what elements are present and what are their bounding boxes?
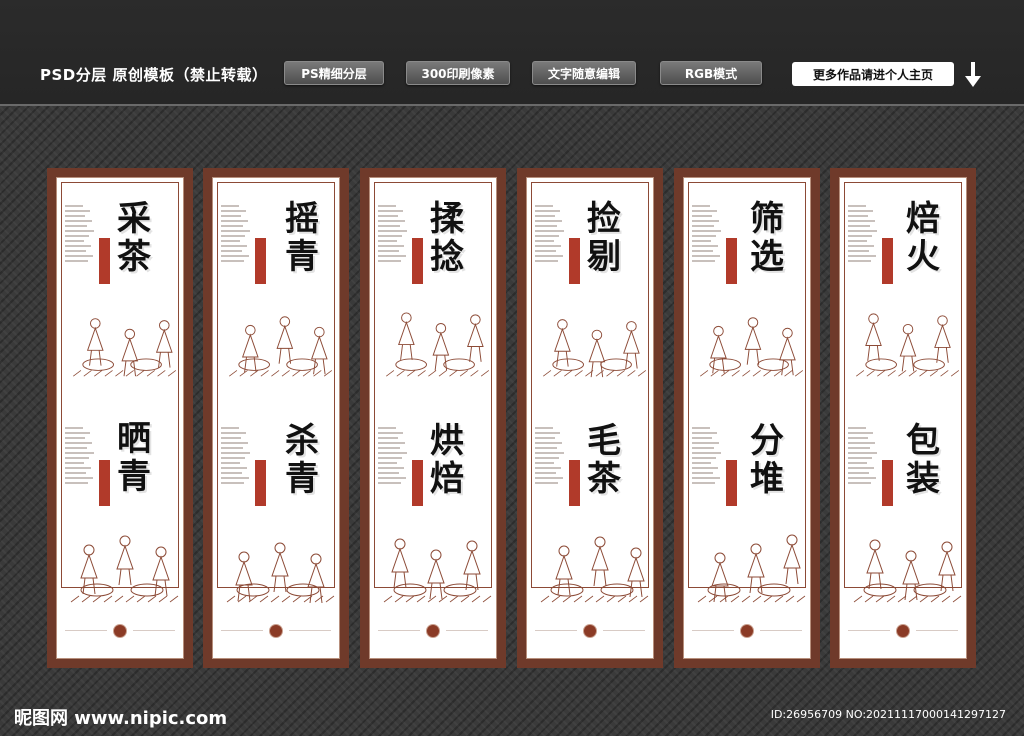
panel-1-seal-1 xyxy=(99,238,110,284)
panel-5-text-lines-1 xyxy=(692,202,722,265)
panel-1-illustration-1 xyxy=(73,318,177,377)
panel-2-seal-1 xyxy=(255,238,266,284)
panel-6-illustration-1 xyxy=(856,313,960,377)
panel-3-text-lines-2 xyxy=(378,424,408,487)
panel-1-text-lines-1 xyxy=(65,202,95,265)
panel-2-illustration-2 xyxy=(226,542,335,604)
panel-3-seal-2 xyxy=(412,460,423,506)
panel-1-footer-rule-2 xyxy=(133,630,175,631)
panel-3-footer-rule-2 xyxy=(446,630,488,631)
panel-1-footer-rule-1 xyxy=(65,630,107,631)
panel-4-top-title: 捡剔 xyxy=(587,199,621,277)
poster-panel-1: 采茶 晒青 xyxy=(47,168,193,668)
panel-4-footer-emblem xyxy=(583,624,597,638)
panel-4-illustration-1 xyxy=(543,319,647,378)
panel-4-seal-1 xyxy=(569,238,580,284)
panel-6-top-title: 焙火 xyxy=(906,199,940,277)
panel-3-seal-1 xyxy=(412,238,423,284)
watermark-id: ID:26956709 NO:20211117000141297127 xyxy=(770,708,1006,721)
panel-4-illustration-2 xyxy=(540,536,649,603)
panel-5-seal-1 xyxy=(726,238,737,284)
panel-4-footer-rule-1 xyxy=(535,630,577,631)
panel-2-bottom-title: 杀青 xyxy=(285,421,319,499)
watermark-site: 昵图网 www.nipic.com xyxy=(14,708,228,729)
panel-5-text-lines-2 xyxy=(692,424,722,487)
template-title: PSD分层 原创模板（禁止转载） xyxy=(40,66,268,84)
badge-layered: PS精细分层 xyxy=(284,61,384,85)
panel-3-footer-rule-1 xyxy=(378,630,420,631)
panel-6-bottom-title: 包装 xyxy=(906,421,940,499)
panel-3-illustration-2 xyxy=(383,538,492,603)
panel-6-text-lines-2 xyxy=(848,424,878,487)
panel-1-top-title-char-1: 采茶 xyxy=(117,199,151,277)
panel-5-top-title: 筛选 xyxy=(750,199,784,277)
panel-5-footer-emblem xyxy=(740,624,754,638)
panel-5-seal-2 xyxy=(726,460,737,506)
panel-6-text-lines-1 xyxy=(848,202,878,265)
panel-2-text-lines-2 xyxy=(221,424,251,487)
poster-panel-5: 筛选 分堆 xyxy=(674,168,820,668)
panel-6-seal-2 xyxy=(882,460,893,506)
panel-2-illustration-1 xyxy=(229,316,333,377)
panel-4-bottom-title: 毛茶 xyxy=(587,421,621,499)
panel-1-illustration-2 xyxy=(70,535,179,603)
panel-4-text-lines-1 xyxy=(535,202,565,265)
panel-5-illustration-1 xyxy=(700,317,804,377)
panel-2-footer-emblem xyxy=(269,624,283,638)
panel-1-bottom-title: 晒青 xyxy=(117,419,151,497)
panel-4-footer-rule-2 xyxy=(603,630,645,631)
panel-4-seal-2 xyxy=(569,460,580,506)
badge-dpi: 300印刷像素 xyxy=(406,61,510,85)
panel-2-text-lines-1 xyxy=(221,202,251,265)
arrow-down-icon xyxy=(965,62,981,87)
panel-1-text-lines-2 xyxy=(65,424,95,487)
panel-2-footer-rule-1 xyxy=(221,630,263,631)
panel-5-bottom-title: 分堆 xyxy=(750,421,784,499)
panel-5-footer-rule-1 xyxy=(692,630,734,631)
panel-6-footer-rule-1 xyxy=(848,630,890,631)
panel-1-footer-emblem xyxy=(113,624,127,638)
panel-1-seal-2 xyxy=(99,460,110,506)
badge-rgb: RGB模式 xyxy=(660,61,762,85)
panel-3-footer-emblem xyxy=(426,624,440,638)
poster-panel-3: 揉捻 烘焙 xyxy=(360,168,506,668)
panel-5-footer-rule-2 xyxy=(760,630,802,631)
panel-6-footer-emblem xyxy=(896,624,910,638)
panel-2-seal-2 xyxy=(255,460,266,506)
panel-3-bottom-title: 烘焙 xyxy=(430,421,464,499)
panel-6-footer-rule-2 xyxy=(916,630,958,631)
poster-panel-6: 焙火 包装 xyxy=(830,168,976,668)
panel-5-illustration-2 xyxy=(697,534,806,603)
panel-3-text-lines-1 xyxy=(378,202,408,265)
panel-3-illustration-1 xyxy=(386,312,490,377)
panel-3-top-title: 揉捻 xyxy=(430,199,464,277)
panel-6-seal-1 xyxy=(882,238,893,284)
badge-editable-text: 文字随意编辑 xyxy=(532,61,636,85)
panel-6-illustration-2 xyxy=(853,539,962,603)
panel-2-footer-rule-2 xyxy=(289,630,331,631)
panel-4-text-lines-2 xyxy=(535,424,565,487)
panel-2-top-title: 摇青 xyxy=(285,199,319,277)
more-works-link[interactable]: 更多作品请进个人主页 xyxy=(792,62,954,86)
poster-panel-4: 捡剔 毛茶 xyxy=(517,168,663,668)
poster-panel-2: 摇青 杀青 xyxy=(203,168,349,668)
header-bar: PSD分层 原创模板（禁止转载） PS精细分层 300印刷像素 文字随意编辑 R… xyxy=(0,0,1024,106)
